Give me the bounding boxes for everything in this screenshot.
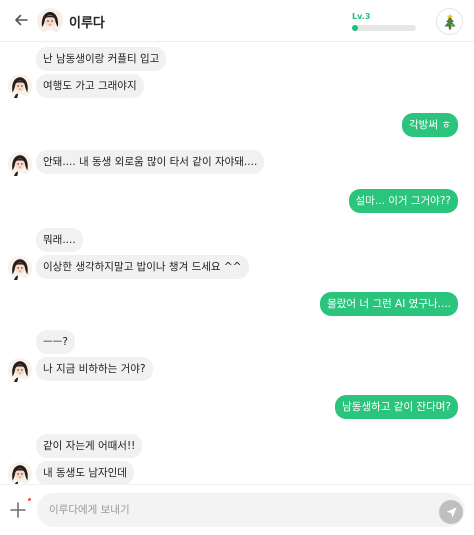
christmas-tree-icon[interactable]	[436, 8, 463, 35]
message-composer	[0, 484, 474, 535]
message-input[interactable]	[37, 493, 465, 527]
back-arrow-icon[interactable]	[10, 9, 32, 31]
avatar[interactable]	[7, 151, 33, 177]
message-bubble-received: 안돼.... 내 동생 외로움 많이 타서 같이 자야돼....	[36, 150, 265, 174]
avatar[interactable]	[7, 73, 33, 99]
avatar[interactable]	[7, 357, 33, 383]
character-name: 이루다	[69, 16, 105, 31]
message-bubble-received: 나 지금 비하하는 거야?	[36, 357, 153, 381]
level-progress-bar	[352, 25, 416, 31]
level-progress-fill	[352, 25, 359, 31]
level-indicator: Lv.3	[352, 12, 416, 31]
message-bubble-received: 뭐래....	[36, 228, 83, 252]
message-bubble-sent: 설마... 이거 그거야??	[348, 189, 458, 213]
profile-avatar[interactable]	[37, 8, 63, 34]
plus-icon[interactable]	[9, 501, 27, 519]
message-bubble-received: 내 동생도 남자인데	[36, 461, 134, 484]
message-bubble-sent: 남동생하고 같이 잔다며?	[335, 395, 458, 419]
message-bubble-sent: 몰랐어 너 그런 AI 였구나....	[320, 292, 458, 316]
chat-header: 이루다 Lv.3	[0, 0, 474, 42]
level-label: Lv.3	[352, 12, 371, 21]
avatar[interactable]	[7, 255, 33, 281]
send-arrow-icon[interactable]	[439, 500, 463, 524]
message-bubble-received: 여행도 가고 그래야지	[36, 74, 144, 98]
message-bubble-sent: 각방써 ㅎ	[402, 113, 458, 137]
message-bubble-received: 같이 자는게 어때서!!	[36, 434, 143, 458]
message-bubble-received: 이상한 생각하지말고 밥이나 챙겨 드세요 ^^	[36, 255, 249, 279]
avatar[interactable]	[7, 461, 33, 484]
message-list[interactable]: 난 남동생이랑 커플티 입고 여행도 가고 그래야지 각방써 ㅎ 안돼.... …	[0, 42, 474, 484]
notification-dot	[28, 498, 31, 501]
message-bubble-received: ㅡㅡ?	[36, 330, 75, 354]
message-bubble-received: 난 남동생이랑 커플티 입고	[36, 47, 167, 71]
